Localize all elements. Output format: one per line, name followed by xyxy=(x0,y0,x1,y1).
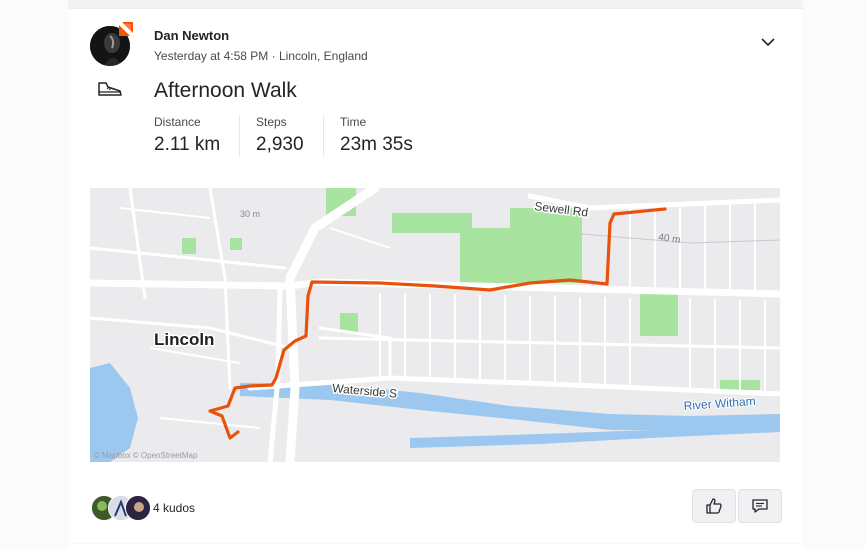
stat-steps: Steps 2,930 xyxy=(256,115,304,156)
kudos-button[interactable] xyxy=(692,489,736,523)
subscriber-badge-icon xyxy=(119,22,133,36)
kudos-count[interactable]: 4 kudos xyxy=(153,501,195,515)
stat-label: Steps xyxy=(256,115,287,129)
stat-time: Time 23m 35s xyxy=(340,115,413,156)
map-label-contour-small: 30 m xyxy=(240,209,260,219)
stat-distance: Distance 2.11 km xyxy=(154,115,220,156)
athlete-name[interactable]: Dan Newton xyxy=(154,28,229,43)
shoe-icon xyxy=(98,82,122,96)
stat-divider xyxy=(239,116,240,156)
comment-icon xyxy=(752,499,768,513)
previous-card-edge xyxy=(68,0,803,9)
map-attribution[interactable]: © Mapbox © OpenStreetMap xyxy=(94,451,198,460)
page-background-left xyxy=(0,0,68,549)
page-background-right xyxy=(803,0,865,549)
activity-meta: Yesterday at 4:58 PM · Lincoln, England xyxy=(154,49,368,63)
activity-title[interactable]: Afternoon Walk xyxy=(154,79,297,103)
chevron-down-icon[interactable] xyxy=(758,34,778,50)
stat-value: 2.11 km xyxy=(154,134,221,155)
stat-label: Time xyxy=(340,115,367,129)
route-map[interactable]: Lincoln Sewell Rd Waterside S River With… xyxy=(90,188,780,462)
stat-value: 23m 35s xyxy=(340,134,413,155)
stat-value: 2,930 xyxy=(256,134,304,155)
stat-divider xyxy=(323,116,324,156)
stat-label: Distance xyxy=(154,115,201,129)
comment-button[interactable] xyxy=(738,489,782,523)
kudos-avatar xyxy=(125,495,151,521)
thumbs-up-icon xyxy=(706,498,722,514)
map-label-city: Lincoln xyxy=(154,330,214,349)
